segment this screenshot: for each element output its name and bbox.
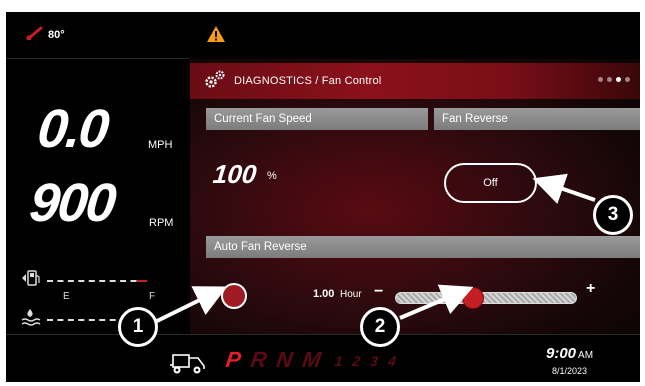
panel-title: DIAGNOSTICS / Fan Control [234, 75, 382, 87]
gear-3[interactable]: 3 [369, 353, 379, 373]
callout-3: 3 [593, 195, 633, 235]
page-dot-active[interactable] [616, 77, 621, 82]
fuel-level-bar [47, 279, 147, 282]
fuel-gauge [21, 269, 147, 292]
warning-icon[interactable] [206, 25, 226, 48]
fuel-pump-icon [21, 269, 41, 292]
auto-fan-reverse-toggle[interactable] [221, 283, 247, 309]
current-fan-speed-header: Current Fan Speed [206, 108, 428, 130]
gear-4[interactable]: 4 [386, 353, 397, 373]
gear-m[interactable]: M [301, 347, 323, 373]
clock-date: 8/1/2023 [552, 366, 588, 376]
empty-label: E [63, 291, 70, 302]
thermometer-icon [26, 26, 44, 43]
temperature-value: 80° [48, 28, 65, 41]
interval-slider-handle[interactable] [462, 287, 484, 309]
vehicle-display: 80° 0.0 MPH 900 RPM E F DIAGNOSTICS / Fa… [6, 12, 640, 382]
clock-time: 9:00 AM [546, 345, 593, 362]
page-dot[interactable] [607, 77, 612, 82]
coolant-icon [21, 308, 41, 331]
rpm-value: 900 [26, 173, 118, 233]
gear-r[interactable]: R [249, 347, 268, 373]
interval-slider-track[interactable] [395, 292, 577, 304]
page-dot[interactable] [625, 77, 630, 82]
fan-reverse-button-label: Off [483, 177, 498, 189]
fan-speed-unit: % [267, 170, 277, 182]
vehicle-icon [168, 350, 208, 381]
gears-icon [204, 69, 226, 94]
fan-control-panel: DIAGNOSTICS / Fan Control Current Fan Sp… [190, 59, 640, 334]
decrease-button[interactable]: − [374, 283, 383, 301]
gear-p[interactable]: P [224, 347, 242, 373]
auto-fan-reverse-header: Auto Fan Reverse [206, 236, 640, 258]
gear-n[interactable]: N [275, 347, 294, 373]
callout-2: 2 [360, 307, 400, 347]
screenshot: 80° 0.0 MPH 900 RPM E F DIAGNOSTICS / Fa… [0, 0, 645, 386]
increase-button[interactable]: + [586, 280, 595, 298]
speed-value: 0.0 [34, 99, 111, 159]
divider [6, 334, 640, 335]
temperature-indicator: 80° [26, 26, 65, 43]
interval-unit: Hour [340, 289, 362, 300]
speed-unit: MPH [148, 139, 173, 151]
interval-value: 1.00 [313, 288, 335, 300]
panel-title-bar: DIAGNOSTICS / Fan Control [190, 63, 640, 99]
page-dot[interactable] [598, 77, 603, 82]
rpm-unit: RPM [149, 217, 174, 229]
gear-1[interactable]: 1 [333, 353, 344, 373]
callout-1: 1 [118, 307, 158, 347]
time-ampm: AM [578, 350, 594, 361]
fan-speed-value: 100 [211, 159, 259, 189]
page-indicator[interactable] [598, 77, 630, 82]
time-value: 9:00 [546, 345, 577, 362]
gear-selector: P R N M 1 2 3 4 [224, 347, 398, 373]
fan-reverse-button[interactable]: Off [444, 163, 537, 203]
gear-2[interactable]: 2 [351, 353, 361, 373]
fan-reverse-header: Fan Reverse [434, 108, 640, 130]
divider [6, 58, 189, 59]
full-label: F [149, 291, 156, 302]
